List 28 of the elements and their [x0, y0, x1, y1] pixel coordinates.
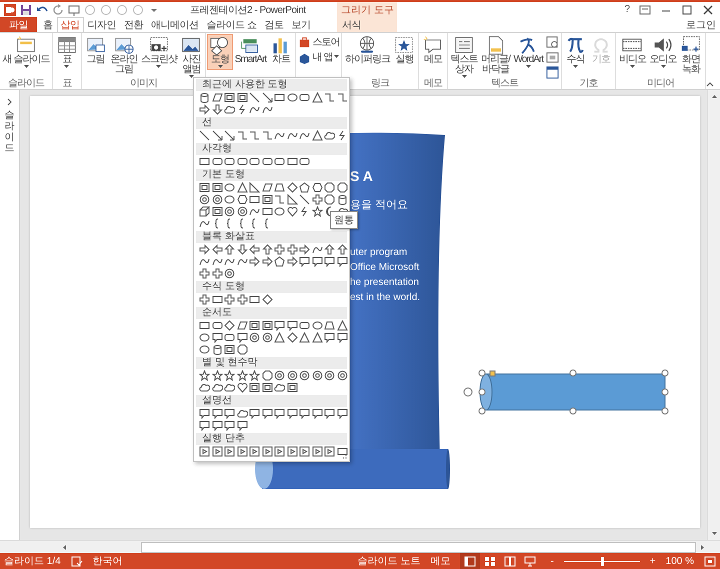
slide-body-line: uter program	[350, 246, 408, 259]
group-label: 링크	[370, 78, 390, 89]
slide-body-line: Office Microsoft	[350, 261, 420, 274]
slide-body-line: he presentation	[350, 276, 420, 289]
group-label: 슬라이드	[7, 78, 46, 89]
tooltip: 원통	[330, 211, 358, 229]
gallery-section-header: 선	[196, 117, 347, 129]
group-label: 메모	[423, 78, 444, 89]
gallery-section-header: 기본 도형	[196, 169, 347, 181]
slide-body-line: est in the world.	[350, 291, 420, 304]
context-tab-group: 그리기 도구	[337, 2, 397, 17]
group-label: 기호	[578, 78, 599, 89]
gallery-section-header: 최근에 사용한 도형	[196, 79, 347, 91]
gallery-section-header: 별 및 현수막	[196, 357, 347, 369]
window-title: 프레젠테이션2 - PowerPoint	[190, 4, 307, 16]
gallery-section-header: 사각형	[196, 143, 347, 155]
group-label: 표	[61, 78, 73, 89]
slide-title: S A	[350, 168, 373, 184]
gallery-section-header: 수식 도형	[196, 281, 347, 293]
slide-subtitle: 용을 적어요	[350, 198, 408, 212]
gallery-section-header: 설명선	[196, 395, 347, 407]
group-label: 미디어	[646, 78, 676, 89]
slide-counter: 슬라이드 1/4	[4, 555, 61, 568]
gallery-section-header: 실행 단추	[196, 433, 347, 445]
gallery-section-header: 순서도	[196, 307, 347, 319]
group-label: 이미지	[129, 78, 158, 89]
group-label: 텍스트	[490, 78, 520, 89]
gallery-section-header: 블록 화살표	[196, 231, 347, 243]
